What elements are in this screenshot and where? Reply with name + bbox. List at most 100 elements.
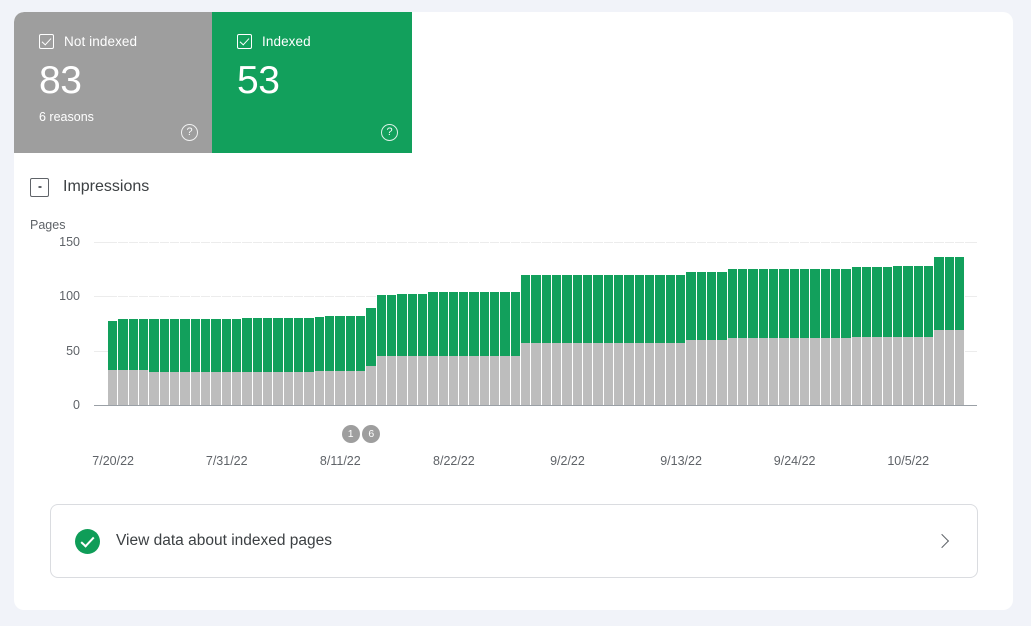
table-row[interactable] (304, 242, 315, 405)
table-row[interactable] (727, 242, 739, 405)
table-row[interactable] (769, 242, 780, 405)
summary-card-label-indexed: Indexed (262, 34, 311, 49)
table-row[interactable] (479, 242, 491, 405)
table-row[interactable] (190, 242, 201, 405)
table-row[interactable] (200, 242, 212, 405)
table-row[interactable] (820, 242, 831, 405)
table-row[interactable] (262, 242, 274, 405)
table-row[interactable] (211, 242, 222, 405)
table-row[interactable] (469, 242, 480, 405)
table-row[interactable] (510, 242, 522, 405)
table-row[interactable] (283, 242, 294, 405)
table-row[interactable] (779, 242, 790, 405)
table-row[interactable] (459, 242, 470, 405)
table-row[interactable] (128, 242, 139, 405)
table-row[interactable] (397, 242, 408, 405)
table-row[interactable] (345, 242, 356, 405)
table-row[interactable] (748, 242, 759, 405)
table-row[interactable] (634, 242, 646, 405)
bar-segment-not-indexed (572, 343, 583, 405)
table-row[interactable] (149, 242, 160, 405)
table-row[interactable] (655, 242, 666, 405)
help-icon[interactable]: ? (381, 124, 398, 141)
table-row[interactable] (789, 242, 800, 405)
table-row[interactable] (872, 242, 883, 405)
table-row[interactable] (851, 242, 862, 405)
bar-segment-indexed (634, 274, 645, 344)
table-row[interactable] (541, 242, 553, 405)
table-row[interactable] (665, 242, 677, 405)
bar-segment-indexed (469, 292, 479, 357)
chart-annotation-badge[interactable]: 1 (341, 425, 360, 443)
table-row[interactable] (180, 242, 191, 405)
checkbox-checked-icon[interactable] (39, 34, 54, 49)
table-row[interactable] (861, 242, 873, 405)
table-row[interactable] (738, 242, 749, 405)
table-row[interactable] (428, 242, 439, 405)
table-row[interactable] (882, 242, 893, 405)
table-row[interactable] (583, 242, 594, 405)
table-row[interactable] (417, 242, 429, 405)
table-row[interactable] (913, 242, 924, 405)
checkbox-indeterminate-icon[interactable] (30, 177, 49, 197)
table-row[interactable] (138, 242, 150, 405)
table-row[interactable] (758, 242, 769, 405)
table-row[interactable] (562, 242, 573, 405)
table-row[interactable] (252, 242, 263, 405)
chevron-right-icon[interactable] (934, 533, 950, 549)
table-row[interactable] (830, 242, 842, 405)
table-row[interactable] (386, 242, 398, 405)
table-row[interactable] (531, 242, 542, 405)
chart-annotation-badge[interactable]: 6 (362, 425, 381, 443)
table-row[interactable] (799, 242, 811, 405)
table-row[interactable] (944, 242, 955, 405)
table-row[interactable] (903, 242, 914, 405)
table-row[interactable] (273, 242, 284, 405)
table-row[interactable] (934, 242, 945, 405)
summary-card-not-indexed[interactable]: Not indexed 83 6 reasons ? (14, 12, 212, 153)
table-row[interactable] (159, 242, 170, 405)
table-row[interactable] (572, 242, 584, 405)
table-row[interactable] (366, 242, 377, 405)
table-row[interactable] (841, 242, 852, 405)
table-row[interactable] (438, 242, 449, 405)
view-indexed-pages-button[interactable]: View data about indexed pages (50, 504, 978, 578)
impressions-toggle[interactable]: Impressions (30, 169, 149, 205)
table-row[interactable] (407, 242, 418, 405)
table-row[interactable] (500, 242, 511, 405)
table-row[interactable] (707, 242, 718, 405)
table-row[interactable] (355, 242, 367, 405)
bar-segment-not-indexed (748, 337, 758, 405)
table-row[interactable] (335, 242, 346, 405)
table-row[interactable] (614, 242, 625, 405)
table-row[interactable] (810, 242, 821, 405)
table-row[interactable] (686, 242, 697, 405)
table-row[interactable] (108, 242, 119, 405)
table-row[interactable] (892, 242, 904, 405)
summary-card-indexed[interactable]: Indexed 53 ? (212, 12, 412, 153)
table-row[interactable] (552, 242, 563, 405)
table-row[interactable] (954, 242, 966, 405)
table-row[interactable] (324, 242, 336, 405)
table-row[interactable] (118, 242, 129, 405)
table-row[interactable] (293, 242, 305, 405)
help-icon[interactable]: ? (181, 124, 198, 141)
table-row[interactable] (231, 242, 243, 405)
table-row[interactable] (923, 242, 935, 405)
table-row[interactable] (376, 242, 387, 405)
checkbox-checked-icon[interactable] (237, 34, 252, 49)
table-row[interactable] (717, 242, 728, 405)
table-row[interactable] (169, 242, 181, 405)
table-row[interactable] (645, 242, 656, 405)
table-row[interactable] (603, 242, 615, 405)
table-row[interactable] (490, 242, 501, 405)
table-row[interactable] (448, 242, 460, 405)
table-row[interactable] (696, 242, 708, 405)
table-row[interactable] (624, 242, 635, 405)
table-row[interactable] (242, 242, 253, 405)
table-row[interactable] (593, 242, 604, 405)
table-row[interactable] (221, 242, 232, 405)
table-row[interactable] (521, 242, 532, 405)
table-row[interactable] (314, 242, 325, 405)
table-row[interactable] (676, 242, 687, 405)
